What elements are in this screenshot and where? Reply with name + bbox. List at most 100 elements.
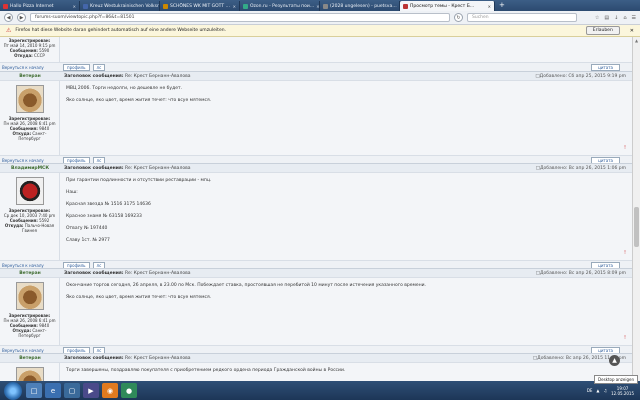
report-icon[interactable]: !: [624, 250, 626, 256]
new-tab-button[interactable]: +: [495, 0, 509, 11]
taskbar: □ e ▢ ▶ ◉ ● DE ▲ ♫ 19:07 12.05.2015: [0, 381, 640, 400]
bookmarks-icon[interactable]: ▤: [604, 15, 609, 21]
scrollbar-thumb[interactable]: [634, 207, 639, 247]
start-button[interactable]: [4, 381, 22, 400]
tab-favicon-icon: [163, 3, 168, 9]
profile-info: Зарегистрирован: Пн май 26, 2008 6:41 pm С…: [0, 81, 60, 155]
post-author[interactable]: Ветеран: [0, 74, 60, 79]
scroll-up-arrow-icon[interactable]: ▲: [634, 38, 639, 43]
avatar: [15, 282, 44, 310]
menu-icon[interactable]: ☰: [632, 15, 636, 21]
post-date: □Добавлено: Вс апр 26, 2015 1:06 pm: [536, 166, 632, 171]
report-icon[interactable]: !: [624, 145, 626, 151]
post-content: При гарантии подлинности и отсутствии ре…: [60, 173, 632, 260]
close-icon[interactable]: ✕: [630, 28, 634, 34]
post-text-line: Яко солнце, яко цвет, время жития течет:…: [66, 98, 212, 103]
tab-favicon-icon: [3, 3, 8, 9]
tab-3[interactable]: Ozon.ru - Результаты пои… ✕: [240, 1, 320, 11]
system-tray: DE ▲ ♫ 19:07 12.05.2015: [587, 386, 640, 396]
clock[interactable]: 19:07 12.05.2015: [611, 386, 634, 396]
post-content: Торги завершены, поздравляю покупателя с…: [60, 363, 632, 381]
post-subject: Заголовок сообщения: Re: Крест Бернанн-А…: [60, 166, 536, 171]
subject-text: Re: Крест Бернанн-Авалова: [125, 270, 191, 276]
tab-close-icon[interactable]: ✕: [233, 4, 236, 9]
folder-icon[interactable]: ▢: [64, 383, 80, 398]
post-date: □Добавлено: Сб апр 25, 2015 9:19 pm: [535, 74, 632, 79]
forum-page: Зарегистрирован: Пт май 14, 2010 9:15 pm…: [0, 37, 632, 381]
back-to-top-link[interactable]: Вернуться к началу: [0, 158, 60, 163]
tab-5[interactable]: Просмотр темы - Крест Б… ✕: [400, 1, 495, 11]
previous-post-fragment: Зарегистрирован: Пт май 14, 2010 9:15 pm…: [0, 37, 632, 71]
tab-favicon-icon: [403, 3, 408, 9]
post-text-line: Торги завершены, поздравляю покупателя с…: [66, 368, 346, 373]
tab-favicon-icon: [243, 3, 248, 9]
tab-2[interactable]: SCHÖNES WK MIT GOTT … ✕: [160, 1, 240, 11]
subject-label: Заголовок сообщения:: [64, 355, 124, 361]
subject-text: Re: Крест Бернанн-Авалова: [125, 165, 191, 171]
download-icon[interactable]: ↓: [614, 15, 618, 21]
volume-icon[interactable]: ♫: [604, 388, 608, 393]
posted-text: Добавлено: Вс апр 26, 2015 1:06 pm: [540, 165, 626, 171]
post-header: ВладимирМСК Заголовок сообщения: Re: Крес…: [0, 164, 632, 173]
pm-button[interactable]: лс: [92, 63, 106, 71]
scrollbar[interactable]: ▲ ▼: [632, 37, 640, 381]
tab-0[interactable]: Hallo Pizza Internet ✕: [0, 1, 80, 11]
back-button[interactable]: ◀: [4, 13, 13, 22]
post-text-line: Окончание торгов сегодня, 26 апреля, в 2…: [66, 283, 426, 288]
star-icon[interactable]: ☆: [595, 15, 599, 21]
post-text-line: Славу 1ст. № 2977: [66, 238, 110, 243]
forum-post: Ветеран Заголовок сообщения: Re: Крест Бе…: [0, 353, 632, 381]
post-author[interactable]: Ветеран: [0, 356, 60, 361]
profile-button[interactable]: профиль: [63, 63, 90, 71]
from-location: СССР: [34, 53, 45, 58]
ie-icon[interactable]: e: [45, 383, 61, 398]
back-to-top-link[interactable]: Вернуться к началу: [0, 348, 60, 353]
redirect-notification: ⚠ Firefox hat diese Website daran gehind…: [0, 25, 640, 37]
post-subject: Заголовок сообщения: Re: Крест Бернанн-А…: [60, 74, 535, 79]
tab-close-icon[interactable]: ✕: [488, 4, 491, 9]
subject-text: Re: Крест Бернанн-Авалова: [125, 73, 191, 79]
avatar: [15, 85, 44, 113]
tab-label: Просмотр темы - Крест Б…: [410, 3, 475, 9]
explorer-icon[interactable]: □: [26, 383, 42, 398]
profile-info: Зарегистрирован: Пт май 14, 2010 9:15 pm…: [0, 37, 60, 62]
allow-button[interactable]: Erlauben: [585, 26, 620, 35]
reload-icon[interactable]: ↻: [454, 13, 463, 22]
from-label: Откуда:: [14, 53, 33, 58]
from-label: Откуда:: [4, 223, 24, 228]
quote-button[interactable]: цитата: [591, 63, 620, 71]
tab-label: Hallo Pizza Internet: [10, 3, 54, 9]
forum-post: Ветеран Заголовок сообщения: Re: Крест Бе…: [0, 268, 632, 354]
tab-4[interactable]: (2028 ungelesen) - puetsva…✕: [320, 1, 400, 11]
profile-info: [0, 363, 60, 381]
post-author[interactable]: Ветеран: [0, 271, 60, 276]
posted-text: Добавлено: Сб апр 25, 2015 9:19 pm: [539, 73, 626, 79]
language-indicator[interactable]: DE: [587, 388, 593, 393]
search-input[interactable]: Suchen: [467, 13, 577, 22]
desktop-tooltip: Desktop anzeigen: [594, 375, 638, 384]
report-icon[interactable]: !: [624, 335, 626, 341]
post-text-line: Красная звезда № 1516 3175 14636: [66, 202, 151, 207]
post-subject: Заголовок сообщения: Re: Крест Бернанн-А…: [60, 271, 536, 276]
forward-button[interactable]: ▶: [17, 13, 26, 22]
back-to-top-link[interactable]: Вернуться к началу: [0, 263, 60, 268]
network-icon[interactable]: ▲: [596, 388, 599, 393]
back-to-top-link[interactable]: Вернуться к началу: [0, 65, 60, 70]
app-icon[interactable]: ●: [121, 383, 137, 398]
forum-post: ВладимирМСК Заголовок сообщения: Re: Крес…: [0, 163, 632, 269]
scroll-up-icon[interactable]: ▲: [609, 355, 620, 366]
home-icon[interactable]: ⌂: [623, 15, 626, 21]
subject-label: Заголовок сообщения:: [64, 270, 124, 276]
profile-info: Зарегистрирован: Ср дек 10, 2003 7:40 pm С…: [0, 173, 60, 260]
post-author[interactable]: ВладимирМСК: [0, 166, 60, 171]
tab-favicon-icon: [323, 3, 328, 9]
firefox-icon[interactable]: ◉: [102, 383, 118, 398]
media-icon[interactable]: ▶: [83, 383, 99, 398]
profile-info: Зарегистрирован: Пн май 26, 2008 6:41 pm С…: [0, 278, 60, 345]
avatar: [15, 367, 44, 381]
tab-close-icon[interactable]: ✕: [73, 4, 76, 9]
post-date: □Добавлено: Вс апр 26, 2015 8:09 pm: [536, 271, 632, 276]
tab-1[interactable]: Kreuz Westukrainischen Volksrepublik✕: [80, 1, 160, 11]
url-bar[interactable]: forums-suom/viewtopic.php?f=86&t=81501: [30, 13, 450, 22]
subject-label: Заголовок сообщения:: [64, 73, 124, 79]
